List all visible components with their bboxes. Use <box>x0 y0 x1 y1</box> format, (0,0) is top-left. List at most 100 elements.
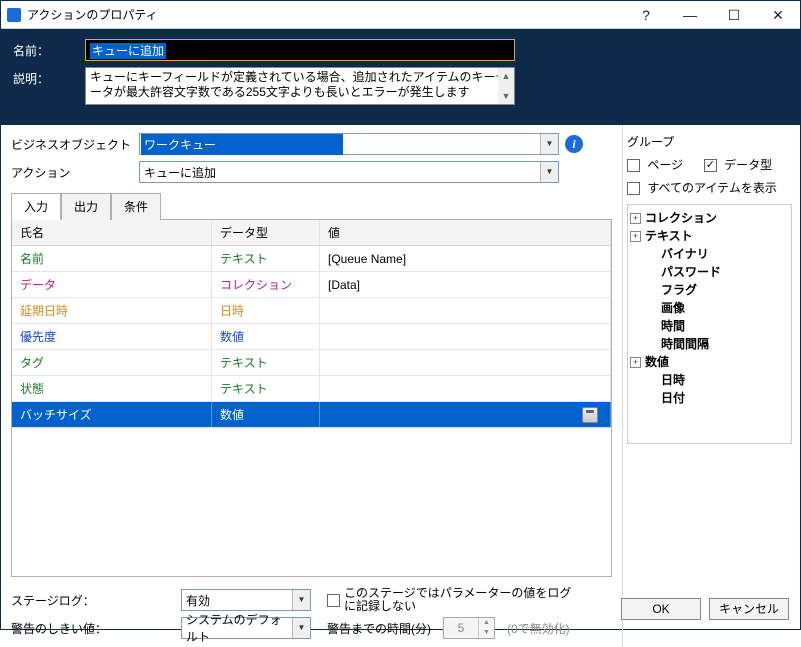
app-icon <box>7 8 21 22</box>
chevron-down-icon[interactable]: ▼ <box>540 162 558 182</box>
tab-condition[interactable]: 条件 <box>111 193 161 220</box>
description-label: 説明： <box>13 67 85 87</box>
action-combo[interactable]: キューに追加 ▼ <box>139 161 559 183</box>
col-name[interactable]: 氏名 <box>12 220 212 245</box>
time-spinner[interactable]: 5 ▲ ▼ <box>443 617 495 639</box>
tabs: 入力 出力 条件 <box>11 193 612 219</box>
tree-label: 時間間隔 <box>661 336 709 352</box>
grid-header: 氏名 データ型 値 <box>12 220 611 246</box>
chevron-down-icon[interactable]: ▼ <box>540 134 558 154</box>
page-checkbox[interactable] <box>627 159 640 172</box>
page-label: ページ <box>647 158 683 172</box>
table-row[interactable]: タグテキスト <box>12 350 611 376</box>
tree-item[interactable]: バイナリ <box>630 245 789 263</box>
cell-value[interactable]: [Data] <box>320 272 611 297</box>
show-all-checkbox[interactable] <box>627 182 640 195</box>
expander-icon[interactable]: + <box>630 357 641 368</box>
cancel-button[interactable]: キャンセル <box>709 598 789 620</box>
close-button[interactable]: ✕ <box>756 1 800 29</box>
tree-item[interactable]: + コレクション <box>630 209 789 227</box>
maximize-button[interactable]: ☐ <box>712 1 756 29</box>
info-icon[interactable]: i <box>565 135 583 153</box>
stage-log-combo[interactable]: 有効 ▼ <box>181 589 311 611</box>
cell-type: テキスト <box>212 246 320 271</box>
help-button[interactable]: ? <box>624 1 668 29</box>
action-value: キューに追加 <box>140 164 540 181</box>
name-input[interactable]: キューに追加 <box>85 39 515 61</box>
business-object-combo[interactable]: ワークキュー ▼ <box>139 133 559 155</box>
tab-input[interactable]: 入力 <box>11 193 61 220</box>
tab-output[interactable]: 出力 <box>61 193 111 220</box>
no-log-label: このステージではパラメーターの値をログに記録しない <box>344 587 574 613</box>
tree-item[interactable]: フラグ <box>630 281 789 299</box>
expander-icon <box>646 321 657 332</box>
show-all-label: すべてのアイテムを表示 <box>647 181 776 195</box>
col-type[interactable]: データ型 <box>212 220 320 245</box>
business-object-label: ビジネスオブジェクト <box>11 136 139 153</box>
expander-icon <box>646 249 657 260</box>
cell-value[interactable] <box>320 402 611 427</box>
threshold-label: 警告のしきい値： <box>11 620 181 637</box>
spinner-up-icon[interactable]: ▲ <box>478 618 494 628</box>
table-row[interactable]: 延期日時日時 <box>12 298 611 324</box>
tree-label: 数値 <box>645 354 669 370</box>
tree-item[interactable]: 時間間隔 <box>630 335 789 353</box>
cell-value[interactable]: [Queue Name] <box>320 246 611 271</box>
chevron-down-icon[interactable]: ▼ <box>292 618 310 638</box>
tree-item[interactable]: 日付 <box>630 389 789 407</box>
calculator-icon[interactable] <box>582 407 598 423</box>
tree-item[interactable]: 画像 <box>630 299 789 317</box>
threshold-combo[interactable]: システムのデフォルト ▼ <box>181 617 311 639</box>
cell-name: 優先度 <box>12 324 212 349</box>
table-row[interactable]: 優先度数値 <box>12 324 611 350</box>
scroll-up-icon[interactable]: ▲ <box>498 68 514 84</box>
main: ビジネスオブジェクト ワークキュー ▼ i アクション キューに追加 ▼ 入力 … <box>1 125 800 647</box>
disable-hint: (0で無効化) <box>507 620 570 637</box>
expander-icon[interactable]: + <box>630 231 641 242</box>
expander-icon <box>646 285 657 296</box>
description-box[interactable]: キューにキーフィールドが定義されている場合、追加されたアイテムのキーデータが最大… <box>85 67 515 105</box>
stage-log-value: 有効 <box>182 592 292 609</box>
datatype-tree[interactable]: + コレクション+テキストバイナリパスワードフラグ画像時間時間間隔 + 数値日時日付 <box>627 204 792 444</box>
tree-label: フラグ <box>661 282 697 298</box>
tree-item[interactable]: + 数値 <box>630 353 789 371</box>
cell-value[interactable] <box>320 376 611 401</box>
tree-item[interactable]: 時間 <box>630 317 789 335</box>
expander-icon <box>646 393 657 404</box>
parameter-grid: 氏名 データ型 値 名前テキスト[Queue Name]データコレクション[Da… <box>11 219 612 577</box>
expander-icon <box>646 303 657 314</box>
left-column: ビジネスオブジェクト ワークキュー ▼ i アクション キューに追加 ▼ 入力 … <box>1 125 622 647</box>
description-scrollbar[interactable]: ▲ ▼ <box>498 68 514 104</box>
action-label: アクション <box>11 164 139 181</box>
tree-label: コレクション <box>645 210 717 226</box>
cell-type: 数値 <box>212 324 320 349</box>
tree-item[interactable]: +テキスト <box>630 227 789 245</box>
expander-icon <box>646 339 657 350</box>
scroll-down-icon[interactable]: ▼ <box>498 88 514 104</box>
cell-name: 名前 <box>12 246 212 271</box>
cell-name: データ <box>12 272 212 297</box>
titlebar: アクションのプロパティ ? — ☐ ✕ <box>1 1 800 29</box>
expander-icon <box>646 267 657 278</box>
table-row[interactable]: バッチサイズ数値 <box>12 402 611 428</box>
table-row[interactable]: 状態テキスト <box>12 376 611 402</box>
tree-item[interactable]: パスワード <box>630 263 789 281</box>
col-value[interactable]: 値 <box>320 220 611 245</box>
cell-value[interactable] <box>320 324 611 349</box>
expander-icon[interactable]: + <box>630 213 641 224</box>
table-row[interactable]: 名前テキスト[Queue Name] <box>12 246 611 272</box>
cell-value[interactable] <box>320 298 611 323</box>
cell-name: タグ <box>12 350 212 375</box>
chevron-down-icon[interactable]: ▼ <box>292 590 310 610</box>
right-column: グループ ページ データ型 すべてのアイテムを表示 +コレクション+テキストバイ… <box>622 125 800 647</box>
table-row[interactable]: データコレクション[Data] <box>12 272 611 298</box>
tree-item[interactable]: 日時 <box>630 371 789 389</box>
cell-value[interactable] <box>320 350 611 375</box>
window-title: アクションのプロパティ <box>27 6 624 23</box>
description-text: キューにキーフィールドが定義されている場合、追加されたアイテムのキーデータが最大… <box>90 70 507 99</box>
datatype-checkbox[interactable] <box>704 159 717 172</box>
ok-button[interactable]: OK <box>621 598 701 620</box>
datatype-label: データ型 <box>724 158 772 172</box>
minimize-button[interactable]: — <box>668 1 712 29</box>
no-log-checkbox[interactable] <box>327 594 340 607</box>
